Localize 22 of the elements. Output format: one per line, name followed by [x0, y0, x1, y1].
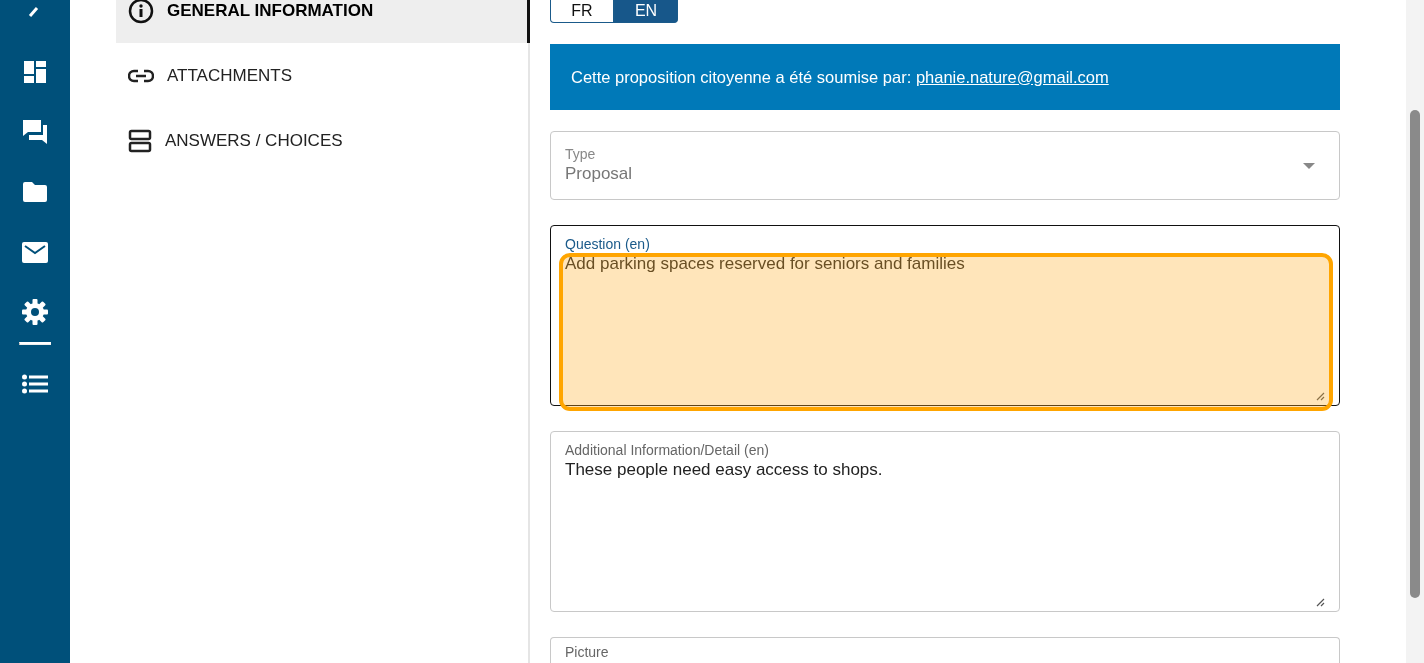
- email-link[interactable]: phanie.nature@gmail.com: [915, 67, 1109, 86]
- list-icon[interactable]: [22, 374, 48, 394]
- resize-grip-icon[interactable]: [1316, 598, 1325, 607]
- dashboard-icon[interactable]: [23, 60, 47, 84]
- text-area[interactable]: Additional Information/Detail (en) These people need easy access to shops.: [550, 431, 1340, 612]
- nav-item[interactable]: GENERAL INFORMATION: [116, 0, 530, 43]
- settings-icon[interactable]: [22, 299, 48, 325]
- rows-icon: [128, 129, 152, 153]
- mail-icon[interactable]: [22, 241, 48, 263]
- banner-text: Cette proposition citoyenne a été soumise par: phanie.nature@gmail.com: [571, 67, 1109, 87]
- resize-grip-icon[interactable]: [1316, 392, 1325, 401]
- upload-field[interactable]: Picture: [550, 637, 1340, 663]
- language-toggle[interactable]: EN: [614, 0, 678, 23]
- folder-icon[interactable]: [22, 181, 48, 203]
- chat-icon[interactable]: [22, 119, 48, 145]
- nav-item[interactable]: ANSWERS / CHOICES: [116, 109, 528, 173]
- language-toggle[interactable]: FR: [550, 0, 614, 23]
- dropdown-caret-icon: [1303, 163, 1315, 169]
- info-icon: [128, 0, 154, 24]
- scrollbar-thumb[interactable]: [1410, 110, 1420, 598]
- nav-item[interactable]: ATTACHMENTS: [116, 44, 528, 108]
- link-icon: [128, 69, 154, 83]
